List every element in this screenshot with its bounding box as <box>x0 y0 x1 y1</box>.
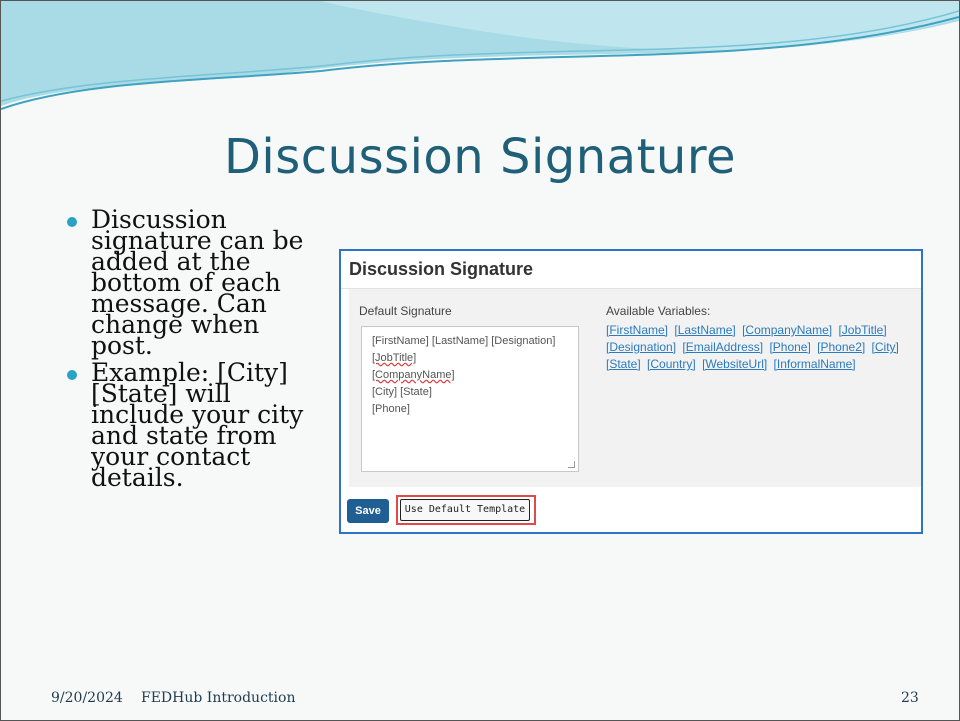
variable-link[interactable]: [Country] <box>647 357 696 371</box>
header-wave-decoration <box>1 1 959 110</box>
default-signature-label: Default Signature <box>359 304 452 318</box>
bullet-dot-icon <box>67 217 77 227</box>
signature-line: [City] [State] <box>372 386 432 398</box>
variable-link[interactable]: [WebsiteUrl] <box>702 357 767 371</box>
footer-title: FEDHub Introduction <box>141 690 296 706</box>
variable-link[interactable]: [LastName] <box>674 323 735 337</box>
use-default-template-button[interactable]: Use Default Template <box>400 499 530 521</box>
variable-link[interactable]: [CompanyName] <box>742 323 832 337</box>
discussion-signature-screenshot: Discussion Signature Default Signature [… <box>339 249 923 534</box>
bullet-dot-icon <box>67 370 77 380</box>
variable-link[interactable]: [Phone2] <box>817 340 865 354</box>
available-variables-label: Available Variables: <box>606 304 711 318</box>
bullet-item: Example: [City] [State] will include you… <box>61 360 311 490</box>
signature-line: [CompanyName] <box>372 369 455 381</box>
bullet-list: Discussion signature can be added at the… <box>61 207 311 494</box>
footer-date: 9/20/2024 <box>51 690 123 706</box>
variable-link[interactable]: [FirstName] <box>606 323 668 337</box>
signature-panel: Default Signature [FirstName] [LastName]… <box>349 289 921 487</box>
variable-link[interactable]: [JobTitle] <box>838 323 886 337</box>
signature-textarea[interactable]: [FirstName] [LastName] [Designation] [Jo… <box>361 326 579 472</box>
page-number: 23 <box>901 690 919 706</box>
slide-title: Discussion Signature <box>223 129 737 185</box>
signature-line: [Phone] <box>372 403 410 415</box>
resize-grip-icon[interactable] <box>568 461 575 468</box>
signature-line: [FirstName] [LastName] [Designation] <box>372 335 556 347</box>
bullet-item: Discussion signature can be added at the… <box>61 207 311 358</box>
screenshot-heading: Discussion Signature <box>349 259 534 279</box>
bullet-text: Discussion signature can be added at the… <box>91 205 304 360</box>
save-button[interactable]: Save <box>347 499 389 523</box>
variable-link[interactable]: [Designation] <box>606 340 676 354</box>
variable-list: [FirstName] [LastName] [CompanyName] [Jo… <box>606 322 921 373</box>
slide: Discussion Signature Discussion signatur… <box>0 0 960 721</box>
variable-link[interactable]: [State] <box>606 357 641 371</box>
variable-link[interactable]: [EmailAddress] <box>682 340 763 354</box>
variable-link[interactable]: [City] <box>872 340 899 354</box>
variable-link[interactable]: [InformalName] <box>774 357 856 371</box>
variable-link[interactable]: [Phone] <box>769 340 810 354</box>
signature-line: [JobTitle] <box>372 352 417 364</box>
button-bar: Save Use Default Template <box>341 495 921 527</box>
bullet-text: Example: [City] [State] will include you… <box>91 358 304 492</box>
